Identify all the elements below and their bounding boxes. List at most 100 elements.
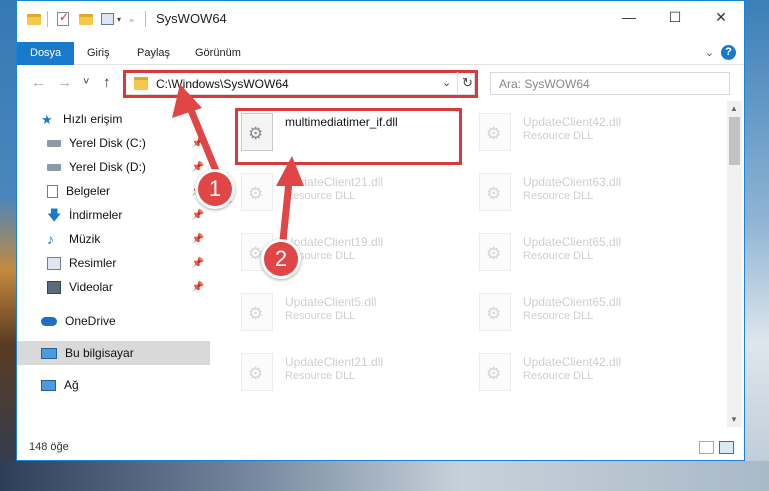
ribbon-tabs: Dosya Giriş Paylaş Görünüm ⌄ ?: [17, 42, 744, 65]
file-name: UpdateClient42.dll: [523, 115, 622, 129]
dll-file-icon: [241, 293, 273, 331]
cloud-icon: [41, 316, 57, 326]
step-1-badge: 1: [195, 169, 235, 209]
star-icon: ★: [41, 111, 53, 127]
file-type: Resource DLL: [523, 130, 594, 142]
step-2-badge: 2: [261, 239, 301, 279]
pin-icon[interactable]: 📌: [192, 282, 204, 293]
forward-button[interactable]: →: [57, 74, 72, 91]
vertical-scrollbar[interactable]: ▲ ▼: [727, 101, 742, 427]
scrollbar-thumb[interactable]: [729, 117, 740, 165]
sidebar-item-label: Yerel Disk (D:): [69, 160, 146, 174]
sidebar-item-network[interactable]: Ağ: [17, 373, 210, 397]
dll-file-icon: [479, 293, 511, 331]
video-icon: [47, 280, 61, 294]
file-type: Resource DLL: [523, 190, 594, 202]
properties-check-icon[interactable]: [57, 10, 69, 28]
sidebar-item-onedrive[interactable]: OneDrive: [17, 309, 210, 333]
sidebar-item-label: Yerel Disk (C:): [69, 136, 146, 150]
scroll-up-icon[interactable]: ▲: [730, 104, 738, 113]
pictures-icon: [47, 256, 61, 270]
file-name: UpdateClient21.dll: [285, 355, 384, 369]
sidebar-item-label: OneDrive: [65, 314, 116, 328]
dll-file-icon: [241, 353, 273, 391]
sidebar-item-label: Ağ: [64, 378, 79, 392]
file-type: Resource DLL: [523, 310, 594, 322]
sidebar-item-label: Bu bilgisayar: [65, 346, 134, 360]
maximize-button[interactable]: ☐: [652, 1, 698, 33]
tab-dosya[interactable]: Dosya: [17, 42, 75, 65]
customize-toolbar-icon[interactable]: ₌: [129, 10, 134, 28]
desktop-background-left: [0, 0, 16, 491]
desktop-background-bottom: [0, 461, 769, 491]
file-name: UpdateClient63.dll: [523, 175, 622, 189]
dll-file-icon: [479, 113, 511, 151]
recent-locations-icon[interactable]: ˅: [83, 76, 89, 88]
ribbon-expand-icon[interactable]: ⌄: [705, 46, 714, 59]
new-folder-icon[interactable]: [79, 10, 93, 28]
refresh-button[interactable]: ↻: [457, 72, 477, 95]
status-bar: 148 öğe: [17, 437, 744, 460]
up-button[interactable]: ↑: [103, 74, 111, 91]
title-separator: [145, 10, 146, 28]
item-count: 148 öğe: [29, 441, 69, 453]
sidebar-item-videos[interactable]: Videolar 📌: [17, 275, 210, 299]
dll-file-icon: [479, 233, 511, 271]
file-type: Resource DLL: [285, 370, 356, 382]
sidebar-item-label: Hızlı erişim: [63, 112, 123, 126]
tab-giris[interactable]: Giriş: [87, 42, 110, 65]
help-icon[interactable]: ?: [721, 45, 736, 60]
file-type: Resource DLL: [285, 310, 356, 322]
pin-icon[interactable]: 📌: [192, 234, 204, 245]
search-placeholder: Ara: SysWOW64: [499, 77, 590, 91]
file-item[interactable]: UpdateClient42.dll Resource DLL: [475, 107, 705, 161]
tsep: [47, 10, 48, 28]
sidebar-item-music[interactable]: ♪ Müzik 📌: [17, 227, 210, 251]
details-view-icon[interactable]: [699, 441, 714, 454]
file-item[interactable]: UpdateClient42.dll Resource DLL: [475, 347, 705, 401]
file-item[interactable]: UpdateClient63.dll Resource DLL: [475, 167, 705, 221]
sidebar-item-label: Resimler: [69, 256, 117, 270]
drive-icon: [47, 139, 61, 147]
file-name: UpdateClient65.dll: [523, 235, 622, 249]
network-icon: [41, 379, 56, 391]
tab-gorunum[interactable]: Görünüm: [195, 42, 241, 65]
large-icons-view-icon[interactable]: [719, 441, 734, 454]
tab-paylas[interactable]: Paylaş: [137, 42, 170, 65]
music-icon: ♪: [47, 230, 54, 247]
search-input[interactable]: Ara: SysWOW64: [490, 72, 730, 95]
file-item[interactable]: UpdateClient65.dll Resource DLL: [475, 287, 705, 341]
properties-icon[interactable]: [101, 10, 114, 28]
file-item[interactable]: UpdateClient21.dll Resource DLL: [237, 347, 467, 401]
scroll-down-icon[interactable]: ▼: [730, 415, 738, 424]
dll-file-icon: [479, 353, 511, 391]
file-name: UpdateClient42.dll: [523, 355, 622, 369]
quick-access-dropdown-icon[interactable]: ▾: [117, 10, 121, 28]
dll-file-icon: [479, 173, 511, 211]
file-type: Resource DLL: [523, 250, 594, 262]
file-name: UpdateClient5.dll: [285, 295, 377, 309]
download-icon: 🡇: [47, 206, 62, 223]
sidebar-item-label: Belgeler: [66, 184, 111, 198]
navigation-bar: ← → ˅ ↑ C:\Windows\SysWOW64 ⌄ Ara: SysWO…: [17, 65, 744, 101]
title-bar: ▾ ₌ SysWOW64 — ☐ ✕: [17, 1, 744, 37]
sidebar-item-label: Müzik: [69, 232, 101, 246]
folder-icon: [27, 10, 41, 28]
computer-icon: [41, 347, 57, 359]
file-item[interactable]: UpdateClient65.dll Resource DLL: [475, 227, 705, 281]
sidebar-item-label: Videolar: [69, 280, 113, 294]
file-item[interactable]: UpdateClient5.dll Resource DLL: [237, 287, 467, 341]
sidebar-item-this-pc[interactable]: Bu bilgisayar: [17, 341, 210, 365]
minimize-button[interactable]: —: [606, 1, 652, 33]
sidebar-item-pictures[interactable]: Resimler 📌: [17, 251, 210, 275]
file-explorer-window: ▾ ₌ SysWOW64 — ☐ ✕ Dosya Giriş Paylaş Gö…: [16, 0, 745, 461]
back-button[interactable]: ←: [31, 74, 46, 91]
desktop-background-right: [745, 0, 769, 491]
pin-icon[interactable]: 📌: [192, 258, 204, 269]
file-name: UpdateClient65.dll: [523, 295, 622, 309]
file-type: Resource DLL: [523, 370, 594, 382]
window-title: SysWOW64: [156, 11, 227, 26]
drive-icon: [47, 163, 61, 171]
close-button[interactable]: ✕: [698, 1, 744, 33]
sidebar-item-label: İndirmeler: [69, 208, 123, 222]
